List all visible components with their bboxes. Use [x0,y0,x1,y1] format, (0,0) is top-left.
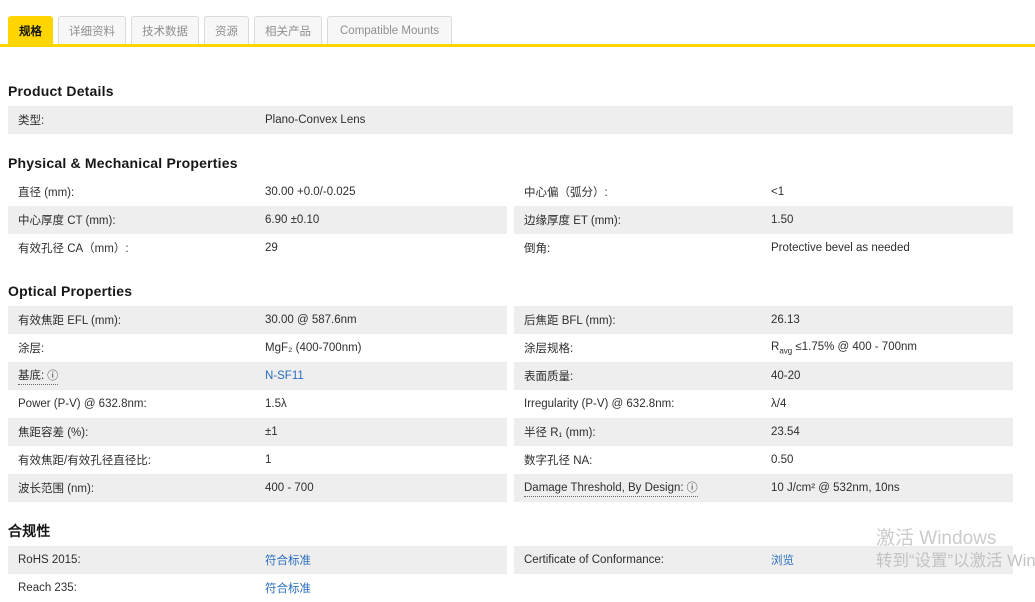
table-row: 直径 (mm): 30.00 +0.0/-0.025 [8,178,507,206]
table-row: 有效焦距/有效孔径直径比: 1 [8,446,507,474]
spec-label-f-number: 有效焦距/有效孔径直径比: [18,455,151,467]
table-row: Reach 235: 符合标准 [8,574,507,602]
product-details-table: 类型: Plano-Convex Lens [8,106,1013,134]
table-row: Damage Threshold, By Design: ⓘ 10 J/cm² @… [514,474,1013,502]
tab-resources[interactable]: 资源 [204,16,249,44]
tab-technical-data[interactable]: 技术数据 [131,16,199,44]
physical-table: 直径 (mm): 30.00 +0.0/-0.025 中心厚度 CT (mm):… [8,178,1013,262]
spec-value-bevel: Protective bevel as needed [771,242,910,254]
table-row: Certificate of Conformance: 浏览 [514,546,1013,574]
spec-label-bevel: 倒角: [524,243,551,255]
spec-label-certificate: Certificate of Conformance: [524,554,664,566]
info-icon[interactable]: ⓘ [687,482,698,494]
spec-label-coating-spec: 涂层规格: [524,343,574,355]
substrate-link[interactable]: N-SF11 [265,370,304,382]
table-row: 表面质量: 40-20 [514,362,1013,390]
compliance-table: RoHS 2015: 符合标准 Reach 235: 符合标准 Certific… [8,546,1013,602]
info-icon[interactable]: ⓘ [47,370,58,382]
spec-value-centering: <1 [771,186,785,198]
reach-compliant-link[interactable]: 符合标准 [265,583,311,595]
spec-value-efl: 30.00 @ 587.6nm [265,314,357,326]
spec-label-efl: 有效焦距 EFL (mm): [18,315,122,327]
optical-left-column: 有效焦距 EFL (mm): 30.00 @ 587.6nm 涂层: MgF₂ … [8,306,507,502]
tab-compatible-mounts[interactable]: Compatible Mounts [327,16,453,44]
compliance-left-column: RoHS 2015: 符合标准 Reach 235: 符合标准 [8,546,507,602]
table-row: 类型: Plano-Convex Lens [8,106,1013,134]
table-row: 焦距容差 (%): ±1 [8,418,507,446]
spec-label-damage-threshold: Damage Threshold, By Design: ⓘ [514,479,771,497]
optical-table: 有效焦距 EFL (mm): 30.00 @ 587.6nm 涂层: MgF₂ … [8,306,1013,502]
table-row: 有效孔径 CA（mm）: 29 [8,234,507,262]
spec-label-numerical-aperture: 数字孔径 NA: [524,455,593,467]
spec-content: Product Details 类型: Plano-Convex Lens Ph… [0,84,1035,602]
spec-label-reach: Reach 235: [18,582,77,594]
section-heading-compliance: 合规性 [8,523,51,539]
spec-label-substrate: 基底: ⓘ [8,367,265,385]
substrate-label-text: 基底: [18,370,45,382]
tab-related-products[interactable]: 相关产品 [254,16,322,44]
spec-label-type: 类型: [18,115,45,127]
section-heading-optical: Optical Properties [8,283,133,299]
table-row: 半径 R₁ (mm): 23.54 [514,418,1013,446]
tab-details[interactable]: 详细资料 [58,16,126,44]
spec-label-center-thickness: 中心厚度 CT (mm): [18,215,116,227]
table-row: 中心厚度 CT (mm): 6.90 ±0.10 [8,206,507,234]
table-row: RoHS 2015: 符合标准 [8,546,507,574]
spec-label-bfl: 后焦距 BFL (mm): [524,315,616,327]
spec-value-numerical-aperture: 0.50 [771,454,794,466]
table-row: 中心偏（弧分）: <1 [514,178,1013,206]
spec-value-irregularity: λ/4 [771,398,787,410]
table-row: Irregularity (P-V) @ 632.8nm: λ/4 [514,390,1013,418]
spec-label-surface-quality: 表面质量: [524,371,574,383]
spec-value-f-number: 1 [265,454,272,466]
optical-right-column: 后焦距 BFL (mm): 26.13 涂层规格: Ravg ≤1.75% @ … [514,306,1013,502]
tab-specs[interactable]: 规格 [8,16,53,44]
table-row: 波长范围 (nm): 400 - 700 [8,474,507,502]
damage-threshold-label-text: Damage Threshold, By Design: [524,482,684,494]
spec-label-power: Power (P-V) @ 632.8nm: [18,398,147,410]
table-row: 有效焦距 EFL (mm): 30.00 @ 587.6nm [8,306,507,334]
table-row: 后焦距 BFL (mm): 26.13 [514,306,1013,334]
physical-left-column: 直径 (mm): 30.00 +0.0/-0.025 中心厚度 CT (mm):… [8,178,507,262]
spec-value-coating: MgF₂ (400-700nm) [265,342,362,354]
spec-label-irregularity: Irregularity (P-V) @ 632.8nm: [524,398,675,410]
spec-value-surface-quality: 40-20 [771,370,801,382]
spec-label-centering: 中心偏（弧分）: [524,187,608,199]
table-row: 基底: ⓘ N-SF11 [8,362,507,390]
spec-label-clear-aperture: 有效孔径 CA（mm）: [18,243,129,255]
spec-tab-bar: 规格 详细资料 技术数据 资源 相关产品 Compatible Mounts [0,0,1035,47]
spec-label-edge-thickness: 边缘厚度 ET (mm): [524,215,621,227]
compliance-right-column: Certificate of Conformance: 浏览 [514,546,1013,602]
spec-value-clear-aperture: 29 [265,242,278,254]
spec-value-center-thickness: 6.90 ±0.10 [265,214,320,226]
certificate-view-link[interactable]: 浏览 [771,555,794,567]
spec-value-type: Plano-Convex Lens [265,114,366,126]
table-row: 数字孔径 NA: 0.50 [514,446,1013,474]
spec-label-diameter: 直径 (mm): [18,187,75,199]
spec-label-coating: 涂层: [18,343,45,355]
spec-value-damage-threshold: 10 J/cm² @ 532nm, 10ns [771,482,900,494]
spec-value-wavelength-range: 400 - 700 [265,482,314,494]
spec-label-wavelength-range: 波长范围 (nm): [18,483,95,495]
rohs-compliant-link[interactable]: 符合标准 [265,555,311,567]
table-row: 倒角: Protective bevel as needed [514,234,1013,262]
spec-value-diameter: 30.00 +0.0/-0.025 [265,186,356,198]
spec-value-power: 1.5λ [265,398,287,410]
spec-value-focal-length-tolerance: ±1 [265,426,278,438]
spec-value-coating-spec: Ravg ≤1.75% @ 400 - 700nm [771,340,917,356]
table-row: 涂层规格: Ravg ≤1.75% @ 400 - 700nm [514,334,1013,362]
table-row: 涂层: MgF₂ (400-700nm) [8,334,507,362]
spec-label-focal-length-tolerance: 焦距容差 (%): [18,427,89,439]
physical-right-column: 中心偏（弧分）: <1 边缘厚度 ET (mm): 1.50 倒角: Prote… [514,178,1013,262]
spec-value-bfl: 26.13 [771,314,800,326]
spec-value-edge-thickness: 1.50 [771,214,794,226]
spec-value-radius-r1: 23.54 [771,426,800,438]
table-row: 边缘厚度 ET (mm): 1.50 [514,206,1013,234]
spec-label-radius-r1: 半径 R₁ (mm): [524,427,596,439]
section-heading-physical: Physical & Mechanical Properties [8,155,238,171]
spec-label-rohs: RoHS 2015: [18,554,81,566]
section-heading-product-details: Product Details [8,83,114,99]
table-row: Power (P-V) @ 632.8nm: 1.5λ [8,390,507,418]
